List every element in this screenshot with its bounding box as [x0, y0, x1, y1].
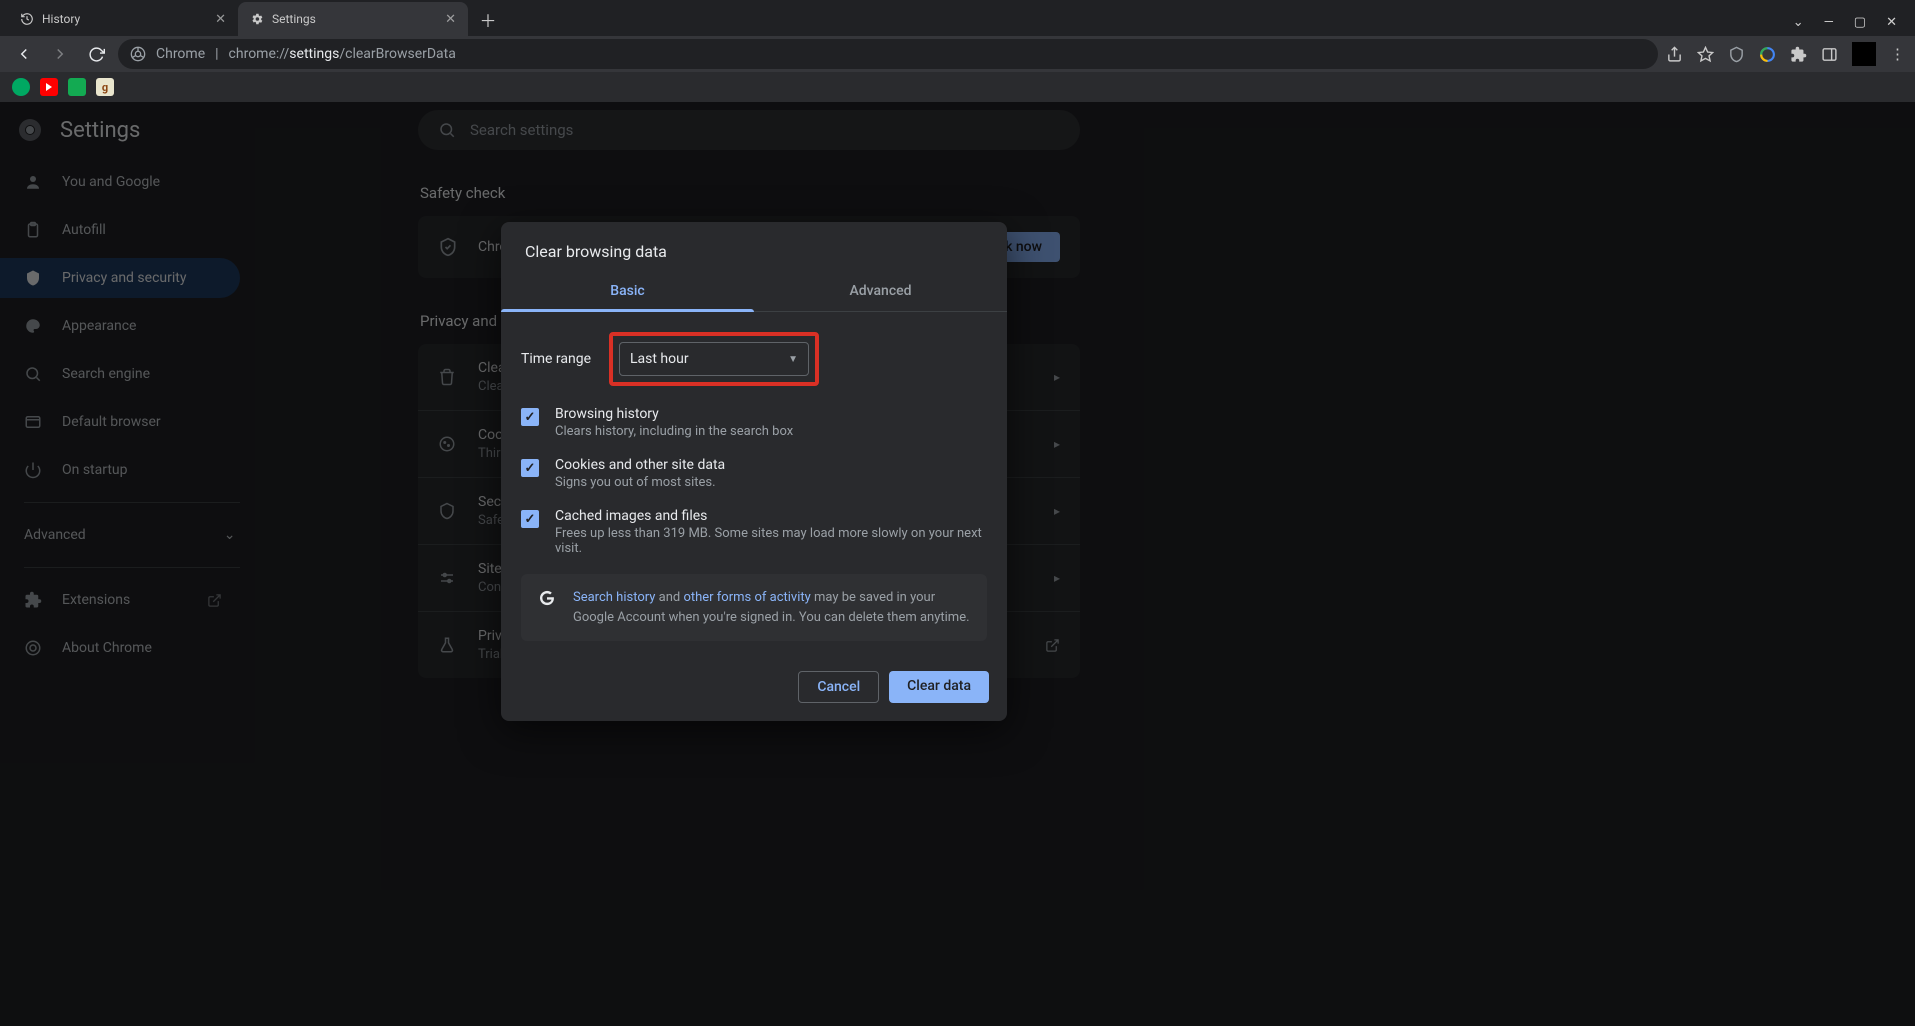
- window-tabstrip: History ✕ Settings ✕ ＋ ⌄ — ▢ ✕: [0, 0, 1915, 36]
- checkbox-desc: Frees up less than 319 MB. Some sites ma…: [555, 526, 987, 556]
- bookmark-item[interactable]: [68, 78, 86, 96]
- google-g-icon: [537, 588, 557, 627]
- checkbox-desc: Clears history, including in the search …: [555, 424, 793, 439]
- tab-basic[interactable]: Basic: [501, 271, 754, 311]
- settings-page: Settings Search settings You and Google …: [0, 102, 1915, 1026]
- time-range-label: Time range: [521, 351, 595, 367]
- checkbox[interactable]: [521, 408, 539, 426]
- dropdown-value: Last hour: [630, 351, 689, 367]
- close-window-icon[interactable]: ✕: [1886, 15, 1897, 30]
- close-icon[interactable]: ✕: [445, 12, 456, 27]
- time-range-row: Time range Last hour ▼: [521, 322, 987, 396]
- gear-icon: [250, 12, 264, 26]
- tab-label: Settings: [272, 12, 316, 26]
- checkbox-title: Browsing history: [555, 406, 793, 422]
- browser-tab-history[interactable]: History ✕: [8, 2, 238, 36]
- cancel-button[interactable]: Cancel: [798, 671, 879, 703]
- forward-button[interactable]: [46, 40, 74, 68]
- history-icon: [20, 12, 34, 26]
- bookmark-item[interactable]: [12, 78, 30, 96]
- bookmarks-bar: g: [0, 72, 1915, 102]
- checkbox-row-browsing-history: Browsing history Clears history, includi…: [521, 396, 987, 447]
- address-bar[interactable]: Chrome | chrome://settings/clearBrowserD…: [118, 39, 1658, 69]
- extension-shield-icon[interactable]: [1728, 46, 1745, 63]
- url-text: chrome://settings/clearBrowserData: [229, 46, 456, 62]
- checkbox-row-cookies: Cookies and other site data Signs you ou…: [521, 447, 987, 498]
- toolbar: Chrome | chrome://settings/clearBrowserD…: [0, 36, 1915, 72]
- share-icon[interactable]: [1666, 46, 1683, 63]
- bookmark-star-icon[interactable]: [1697, 46, 1714, 63]
- dialog-title: Clear browsing data: [501, 222, 1007, 271]
- link-search-history[interactable]: Search history: [573, 590, 655, 605]
- url-sep: |: [215, 46, 218, 62]
- url-source: Chrome: [156, 46, 205, 62]
- back-button[interactable]: [10, 40, 38, 68]
- bookmark-item[interactable]: [40, 78, 58, 96]
- browser-tab-settings[interactable]: Settings ✕: [238, 2, 468, 36]
- window-controls: ⌄ — ▢ ✕: [1793, 15, 1915, 36]
- checkbox-row-cached: Cached images and files Frees up less th…: [521, 498, 987, 564]
- link-other-activity[interactable]: other forms of activity: [683, 590, 810, 605]
- tab-search-icon[interactable]: ⌄: [1793, 15, 1804, 30]
- kebab-menu-icon[interactable]: ⋮: [1890, 45, 1905, 63]
- info-text: Search history and other forms of activi…: [573, 588, 971, 627]
- checkbox[interactable]: [521, 510, 539, 528]
- profile-avatar[interactable]: [1852, 42, 1876, 66]
- extension-circle-icon[interactable]: [1759, 46, 1776, 63]
- time-range-dropdown[interactable]: Last hour ▼: [619, 342, 809, 376]
- time-range-highlight: Last hour ▼: [609, 332, 819, 386]
- checkbox[interactable]: [521, 459, 539, 477]
- caret-down-icon: ▼: [788, 354, 798, 365]
- google-account-info: Search history and other forms of activi…: [521, 574, 987, 641]
- tab-label: History: [42, 12, 80, 26]
- new-tab-button[interactable]: ＋: [474, 5, 502, 33]
- clear-data-button[interactable]: Clear data: [889, 671, 989, 703]
- tab-advanced[interactable]: Advanced: [754, 271, 1007, 311]
- maximize-icon[interactable]: ▢: [1854, 15, 1866, 30]
- chrome-icon: [130, 46, 146, 62]
- clear-browsing-data-dialog: Clear browsing data Basic Advanced Time …: [501, 222, 1007, 721]
- dialog-tabs: Basic Advanced: [501, 271, 1007, 312]
- close-icon[interactable]: ✕: [215, 12, 226, 27]
- checkbox-desc: Signs you out of most sites.: [555, 475, 725, 490]
- bookmark-item[interactable]: g: [96, 78, 114, 96]
- dialog-actions: Cancel Clear data: [501, 657, 1007, 721]
- extensions-puzzle-icon[interactable]: [1790, 46, 1807, 63]
- side-panel-icon[interactable]: [1821, 46, 1838, 63]
- reload-button[interactable]: [82, 40, 110, 68]
- checkbox-title: Cached images and files: [555, 508, 987, 524]
- dialog-body: Time range Last hour ▼ Browsing history …: [501, 312, 1007, 657]
- toolbar-actions: ⋮: [1666, 42, 1905, 66]
- checkbox-title: Cookies and other site data: [555, 457, 725, 473]
- minimize-icon[interactable]: —: [1824, 15, 1834, 30]
